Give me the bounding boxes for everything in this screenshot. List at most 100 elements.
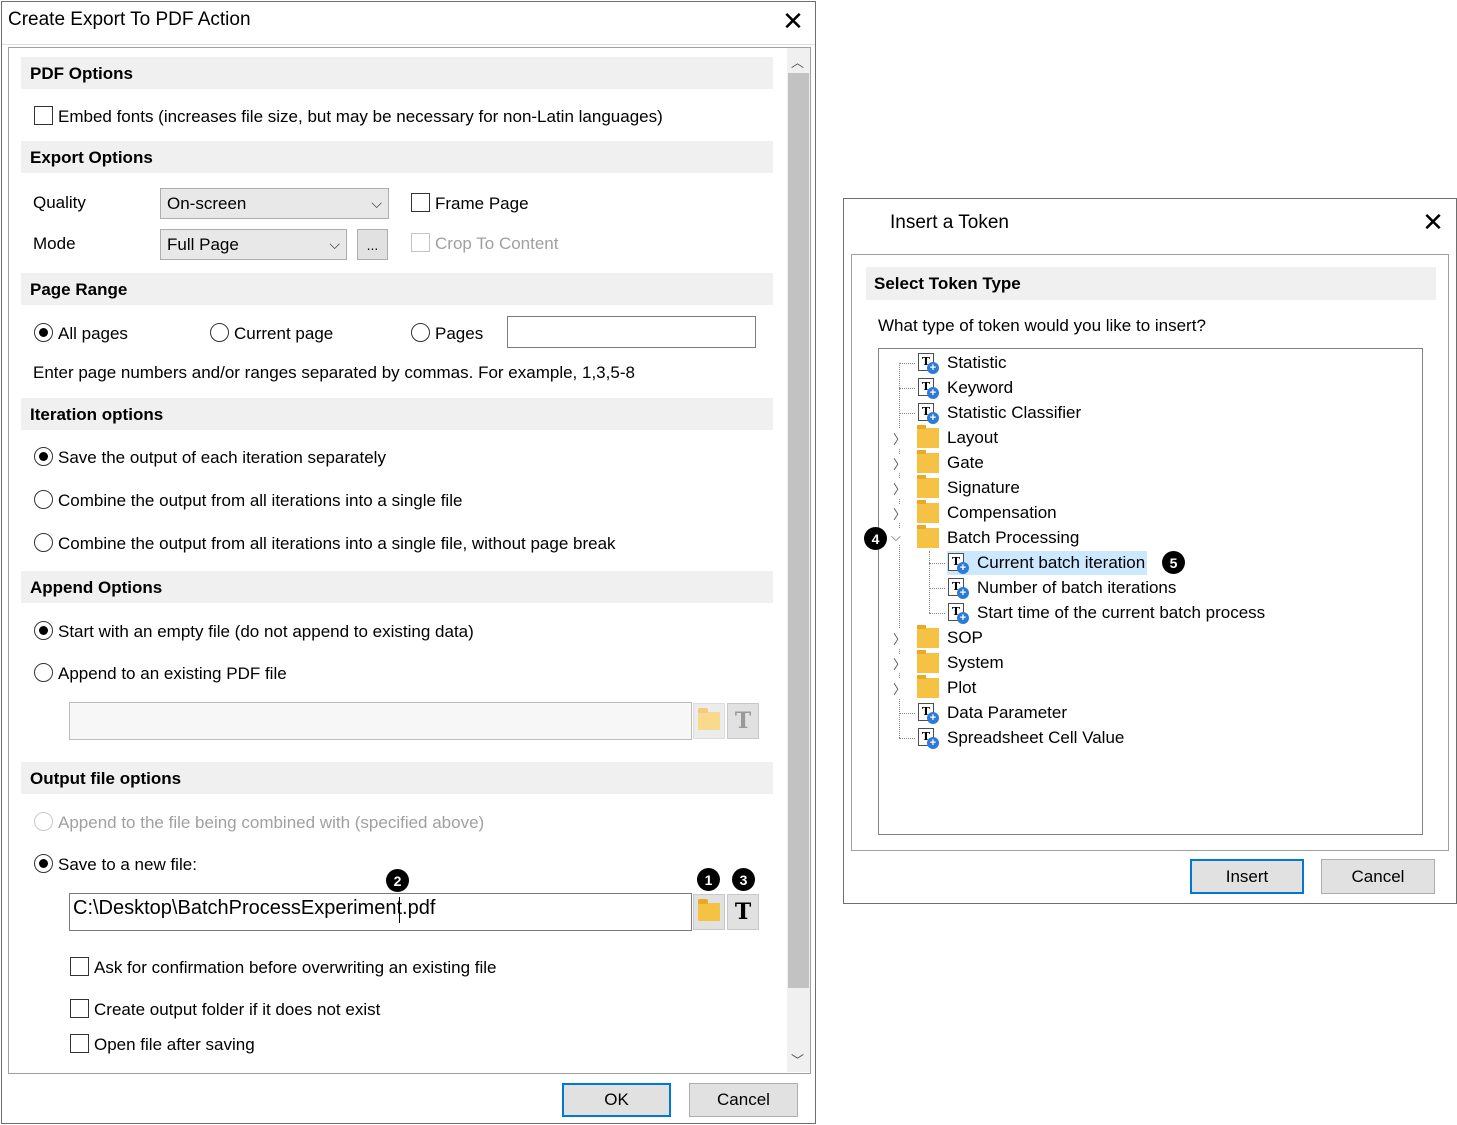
- tree-item[interactable]: Gate: [917, 450, 984, 475]
- chevron-right-icon[interactable]: 〉: [893, 504, 907, 523]
- tree-item-label: Statistic Classifier: [947, 403, 1082, 422]
- text-cursor: [399, 897, 400, 923]
- plus-icon: +: [957, 562, 969, 574]
- current-page-label: Current page: [234, 324, 334, 343]
- mode-options-button[interactable]: ...: [357, 229, 388, 260]
- open-after-checkbox[interactable]: [70, 1034, 89, 1053]
- output-file-input[interactable]: C:\Desktop\BatchProcessExperiment.pdf: [69, 893, 692, 931]
- folder-icon: [917, 625, 939, 648]
- all-pages-radio[interactable]: [34, 323, 53, 342]
- dialog-title: Create Export To PDF Action: [8, 9, 251, 30]
- tree-item[interactable]: T + Statistic Classifier: [917, 401, 1081, 425]
- token-icon: T +: [917, 402, 939, 424]
- iteration-combine-radio[interactable]: [34, 490, 53, 509]
- frame-page-checkbox[interactable]: [411, 193, 430, 212]
- chevron-right-icon[interactable]: 〉: [893, 679, 907, 698]
- ok-button[interactable]: OK: [562, 1083, 671, 1117]
- tree-item-label: SOP: [947, 628, 983, 647]
- token-icon: T +: [947, 552, 969, 574]
- output-file-path: C:\Desktop\BatchProcessExperiment.pdf: [73, 897, 436, 919]
- vertical-scrollbar[interactable]: ︿ ﹀: [787, 48, 810, 1072]
- token-icon: T +: [917, 377, 939, 399]
- embed-fonts-checkbox[interactable]: [34, 106, 53, 125]
- callout-badge-1: 1: [697, 868, 720, 891]
- append-file-input[interactable]: [69, 702, 692, 740]
- chevron-down-icon: ⌵: [329, 236, 340, 252]
- tree-item[interactable]: Signature: [917, 475, 1020, 500]
- tree-line: [899, 738, 915, 739]
- append-browse-button[interactable]: [693, 703, 725, 739]
- current-page-radio[interactable]: [210, 323, 229, 342]
- tree-item[interactable]: Batch Processing: [917, 525, 1079, 550]
- plus-icon: +: [927, 362, 939, 374]
- pages-radio[interactable]: [411, 323, 430, 342]
- iteration-combine-no-break-radio[interactable]: [34, 533, 53, 552]
- plus-icon: +: [927, 737, 939, 749]
- chevron-right-icon[interactable]: 〉: [893, 454, 907, 473]
- iteration-separately-radio[interactable]: [34, 447, 53, 466]
- tree-line: [899, 713, 915, 714]
- section-append-options: Append Options: [21, 571, 773, 603]
- save-new-file-radio[interactable]: [34, 854, 53, 873]
- section-page-range: Page Range: [21, 273, 773, 305]
- crop-to-content-checkbox[interactable]: [411, 233, 430, 252]
- folder-icon: [917, 475, 939, 498]
- append-to-combined-radio[interactable]: [34, 812, 53, 831]
- cancel-button[interactable]: Cancel: [689, 1083, 798, 1117]
- plus-icon: +: [927, 387, 939, 399]
- append-token-button[interactable]: T: [727, 703, 759, 739]
- frame-page-label: Frame Page: [435, 194, 529, 213]
- append-existing-radio[interactable]: [34, 663, 53, 682]
- insert-button[interactable]: Insert: [1190, 859, 1304, 894]
- quality-dropdown[interactable]: On-screen ⌵: [160, 188, 389, 219]
- chevron-right-icon[interactable]: 〉: [893, 479, 907, 498]
- scroll-down-icon[interactable]: ﹀: [791, 1050, 804, 1069]
- tree-item[interactable]: SOP: [917, 625, 983, 650]
- close-icon[interactable]: ✕: [1420, 209, 1446, 235]
- output-browse-button[interactable]: [693, 894, 725, 930]
- token-section-header: Select Token Type: [866, 267, 1436, 300]
- folder-icon: [698, 899, 720, 921]
- tree-item[interactable]: Compensation: [917, 500, 1057, 525]
- tree-child-item[interactable]: T + Start time of the current batch proces…: [947, 601, 1265, 625]
- close-icon[interactable]: ✕: [780, 8, 806, 34]
- tree-line: [899, 363, 915, 364]
- chevron-right-icon[interactable]: 〉: [893, 654, 907, 673]
- folder-icon: [917, 675, 939, 698]
- pages-input[interactable]: [507, 316, 756, 348]
- ask-overwrite-checkbox[interactable]: [70, 957, 89, 976]
- mode-dropdown[interactable]: Full Page ⌵: [160, 229, 347, 260]
- token-tree[interactable]: T + Statistic T + Keyword T + Statistic Classifi…: [878, 348, 1423, 835]
- tree-child-item[interactable]: T + Current batch iteration: [947, 551, 1148, 575]
- append-existing-label: Append to an existing PDF file: [58, 664, 287, 683]
- chevron-down-icon[interactable]: ⌵: [891, 529, 901, 545]
- tree-line: [929, 563, 945, 564]
- tree-item[interactable]: Layout: [917, 425, 998, 450]
- create-folder-checkbox[interactable]: [70, 999, 89, 1018]
- token-icon: T: [734, 899, 752, 925]
- token-question: What type of token would you like to ins…: [878, 316, 1206, 335]
- tree-item[interactable]: T + Data Parameter: [917, 701, 1067, 725]
- tree-child-item[interactable]: T + Number of batch iterations: [947, 576, 1176, 600]
- tree-item[interactable]: Plot: [917, 675, 976, 700]
- output-token-button[interactable]: T: [727, 894, 759, 930]
- tree-item[interactable]: T + Keyword: [917, 376, 1013, 400]
- export-pdf-dialog: Create Export To PDF Action ✕ PDF Option…: [1, 1, 816, 1124]
- tree-item-label: System: [947, 653, 1004, 672]
- folder-icon: [698, 708, 720, 730]
- tree-item[interactable]: T + Statistic: [917, 351, 1007, 375]
- tree-item[interactable]: System: [917, 650, 1004, 675]
- chevron-right-icon[interactable]: 〉: [893, 629, 907, 648]
- tree-line: [899, 388, 915, 389]
- tree-item-label: Compensation: [947, 503, 1057, 522]
- tree-item[interactable]: T + Spreadsheet Cell Value: [917, 726, 1124, 750]
- tree-item-label: Number of batch iterations: [977, 578, 1177, 597]
- section-output-file-options: Output file options: [21, 762, 773, 794]
- scrollbar-thumb[interactable]: [788, 73, 809, 988]
- tree-line: [929, 613, 945, 614]
- section-export-options: Export Options: [21, 141, 773, 173]
- scroll-up-icon[interactable]: ︿: [791, 52, 804, 71]
- chevron-right-icon[interactable]: 〉: [893, 429, 907, 448]
- append-empty-radio[interactable]: [34, 621, 53, 640]
- token-cancel-button[interactable]: Cancel: [1321, 859, 1435, 894]
